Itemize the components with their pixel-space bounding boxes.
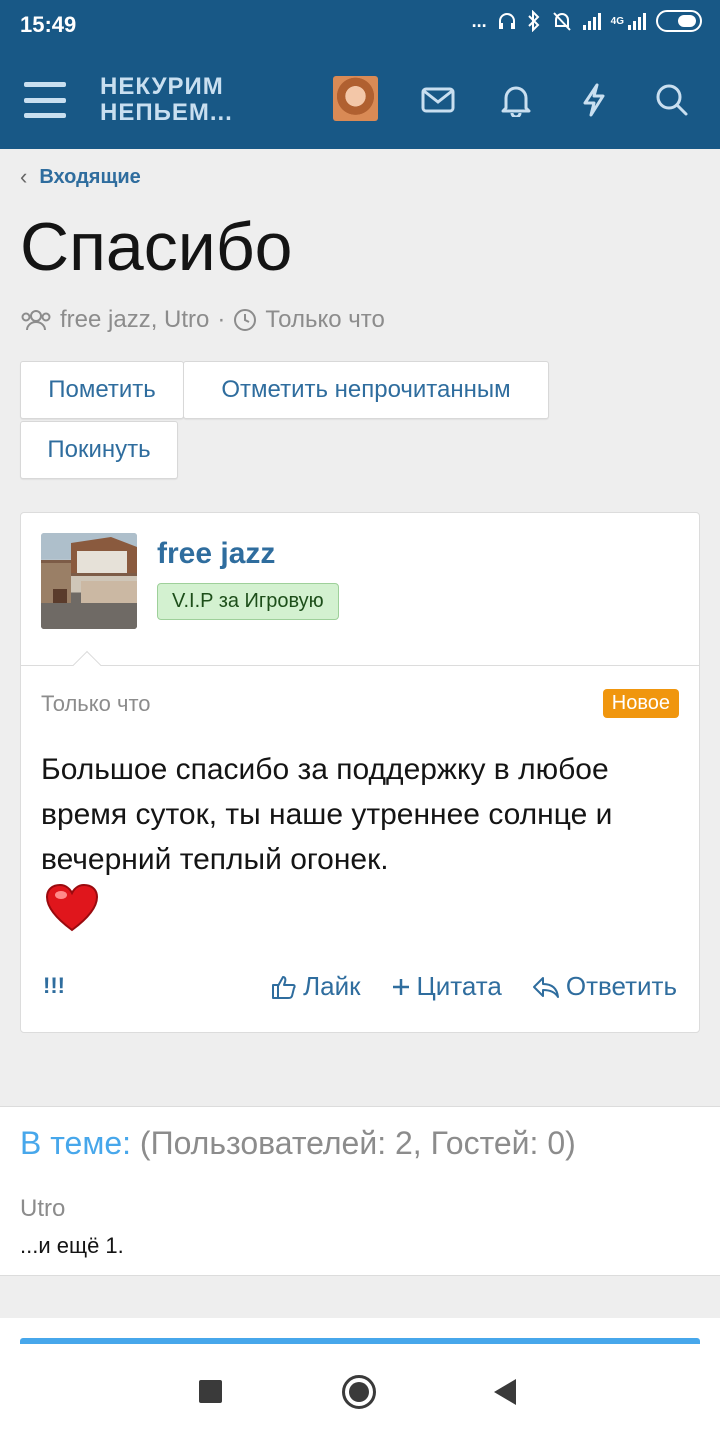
like-button[interactable]: Лайк xyxy=(271,971,361,1002)
reactions-link[interactable]: !!! xyxy=(43,973,65,999)
clock-icon xyxy=(234,309,257,331)
conversation-time: Только что xyxy=(265,306,385,333)
meta-separator: · xyxy=(217,306,226,333)
card-notch xyxy=(72,650,102,680)
breadcrumb[interactable]: ‹ Входящие xyxy=(20,164,141,190)
network-label: 4G xyxy=(610,15,624,27)
plus-icon xyxy=(392,978,409,995)
mail-icon[interactable] xyxy=(418,80,458,120)
author-avatar-image xyxy=(41,533,137,629)
viewers-more[interactable]: ...и ещё 1. xyxy=(20,1233,124,1259)
bell-icon[interactable] xyxy=(496,80,536,120)
headphones-icon xyxy=(498,13,515,29)
users-icon xyxy=(21,310,51,331)
status-bar: 15:49 ... 4G xyxy=(0,0,720,52)
viewers-heading: В теме: (Пользователей: 2, Гостей: 0) xyxy=(20,1125,576,1162)
signal-icon xyxy=(582,12,601,30)
user-title-badge: V.I.P за Игровую xyxy=(157,583,339,620)
back-icon[interactable] xyxy=(494,1379,516,1405)
quote-label: Цитата xyxy=(416,971,502,1001)
menu-icon[interactable] xyxy=(24,82,66,118)
lightning-icon[interactable] xyxy=(574,80,614,120)
card-divider xyxy=(21,665,699,666)
reply-area-edge xyxy=(0,1318,720,1348)
leave-button[interactable]: Покинуть xyxy=(20,421,178,479)
logo-line2: НЕПЬЕМ... xyxy=(100,99,233,126)
breadcrumb-inbox[interactable]: Входящие xyxy=(39,166,140,189)
message-time[interactable]: Только что xyxy=(41,691,151,717)
message-card: free jazz V.I.P за Игровую Только что Но… xyxy=(20,512,700,1033)
search-icon[interactable] xyxy=(652,80,692,120)
home-icon[interactable] xyxy=(342,1375,376,1409)
author-avatar[interactable] xyxy=(41,533,137,629)
site-logo[interactable]: НЕКУРИМ НЕПЬЕМ... xyxy=(100,74,233,126)
system-navbar xyxy=(0,1346,720,1440)
participants[interactable]: free jazz, Utro xyxy=(60,306,209,334)
page-title: Спасибо xyxy=(20,209,293,285)
mark-unread-button[interactable]: Отметить непрочитанным xyxy=(183,361,549,419)
reply-label: Ответить xyxy=(565,971,677,1001)
battery-icon xyxy=(656,10,702,32)
bell-muted-icon xyxy=(552,12,571,31)
recents-icon[interactable] xyxy=(199,1380,222,1403)
thumbs-up-icon xyxy=(272,975,296,999)
logo-line1: НЕКУРИМ xyxy=(100,73,224,100)
author-name[interactable]: free jazz xyxy=(157,537,275,571)
viewers-counts: (Пользователей: 2, Гостей: 0) xyxy=(139,1125,576,1161)
status-icons: ... 4G xyxy=(472,10,702,32)
signal-4g-icon xyxy=(628,12,646,30)
new-badge: Новое xyxy=(602,689,679,718)
thread-viewers: В теме: (Пользователей: 2, Гостей: 0) Ut… xyxy=(0,1106,720,1276)
dots-icon: ... xyxy=(471,10,487,31)
reply-button[interactable]: Ответить xyxy=(532,971,677,1002)
app-header: НЕКУРИМ НЕПЬЕМ... xyxy=(0,52,720,149)
status-time: 15:49 xyxy=(20,12,77,37)
message-actions: Лайк Цитата Ответить xyxy=(271,971,677,1002)
heart-emoji xyxy=(45,883,99,932)
mark-button[interactable]: Пометить xyxy=(20,361,184,419)
conversation-meta: free jazz, Utro · Только что xyxy=(20,306,385,334)
chevron-left-icon: ‹ xyxy=(20,164,28,189)
bluetooth-icon xyxy=(527,10,540,32)
viewers-label[interactable]: В теме: xyxy=(20,1125,131,1161)
like-label: Лайк xyxy=(303,971,361,1001)
quote-button[interactable]: Цитата xyxy=(391,971,502,1002)
message-body: Большое спасибо за поддержку в любое вре… xyxy=(41,753,613,876)
viewer-user[interactable]: Utro xyxy=(20,1195,65,1223)
reply-icon xyxy=(532,976,559,998)
avatar[interactable] xyxy=(333,76,378,121)
